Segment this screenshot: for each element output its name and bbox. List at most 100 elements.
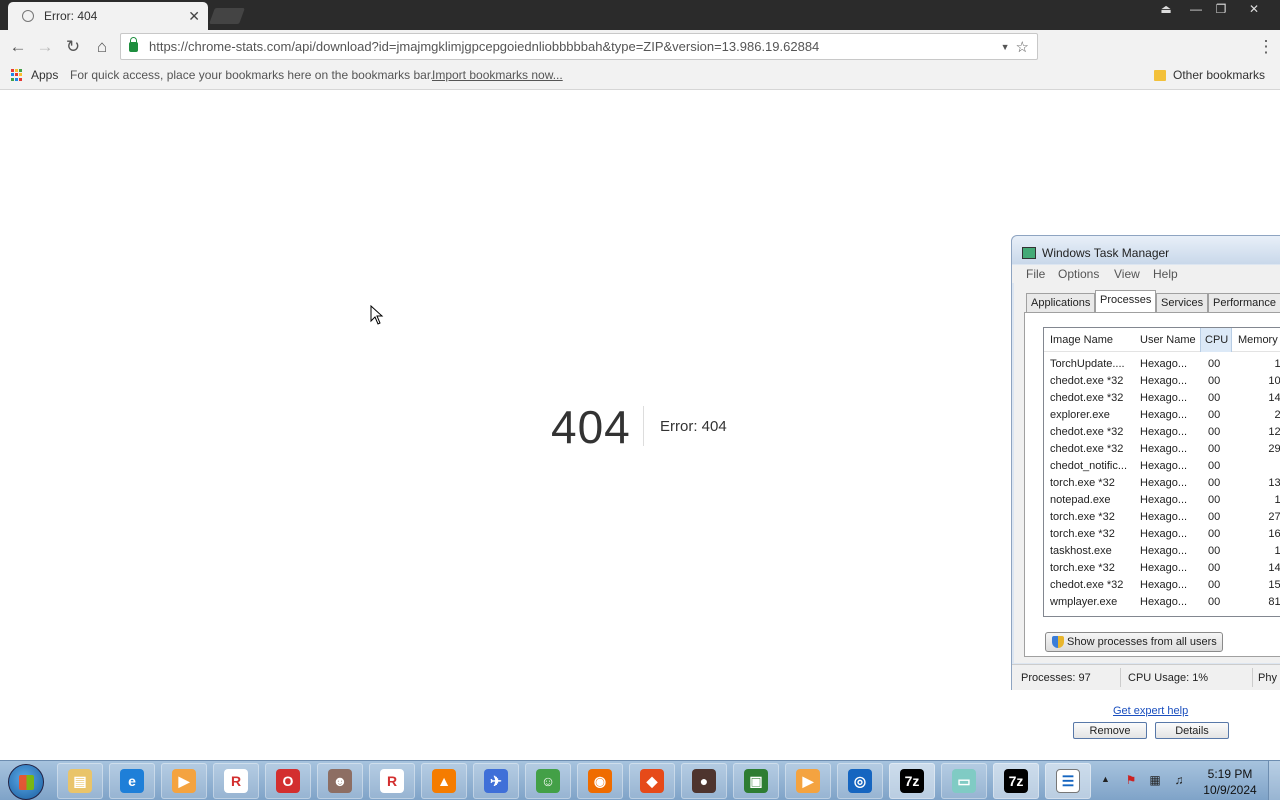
task-manager-statusbar: Processes: 97 CPU Usage: 1% Phy: [1012, 664, 1280, 690]
row-memory: 14,180: [1268, 562, 1280, 574]
home-button[interactable]: ⌂: [88, 33, 116, 61]
taskbar-item-plane-app[interactable]: ✈: [473, 763, 519, 799]
menu-view[interactable]: View: [1114, 267, 1140, 281]
start-button[interactable]: [8, 764, 44, 800]
restore-button[interactable]: ❐: [1208, 0, 1234, 18]
taskbar-item-opera[interactable]: O: [265, 763, 311, 799]
row-image-name: torch.exe *32: [1050, 477, 1115, 489]
task-manager-titlebar[interactable]: Windows Task Manager: [1012, 236, 1280, 264]
expert-help-link[interactable]: Get expert help: [1113, 705, 1188, 717]
tab-applications[interactable]: Applications: [1026, 293, 1096, 313]
row-user-name: Hexago...: [1140, 409, 1188, 421]
row-cpu: 00: [1208, 409, 1221, 421]
taskbar-item-wmp[interactable]: ▶: [785, 763, 831, 799]
taskbar-item-firefox[interactable]: ◉: [577, 763, 623, 799]
taskbar-item-torch[interactable]: ◆: [629, 763, 675, 799]
taskbar-item-messenger[interactable]: ☺: [525, 763, 571, 799]
browser-tabstrip: Error: 404 ✕ ⏏ — ❐ ✕: [0, 0, 1280, 30]
network-tray-icon[interactable]: ▦: [1148, 773, 1162, 787]
bookmark-star-icon[interactable]: ☆: [1016, 38, 1029, 56]
apps-link[interactable]: Apps: [31, 68, 58, 82]
minimize-button[interactable]: —: [1183, 0, 1209, 18]
table-row[interactable]: chedot.exe *32 Hexago... 00 29,472: [1044, 441, 1280, 458]
menu-help[interactable]: Help: [1153, 267, 1178, 281]
row-image-name: wmplayer.exe: [1050, 596, 1118, 608]
column-user-name[interactable]: User Name: [1140, 334, 1196, 346]
table-row[interactable]: torch.exe *32 Hexago... 00 14,180: [1044, 560, 1280, 577]
taskbar-item-folder[interactable]: ▤: [57, 763, 103, 799]
taskbar-item-ie[interactable]: e: [109, 763, 155, 799]
close-window-button[interactable]: ✕: [1241, 0, 1267, 18]
apps-grid-icon[interactable]: [11, 69, 23, 81]
table-row[interactable]: chedot.exe *32 Hexago... 00 10,616: [1044, 373, 1280, 390]
show-all-label: Show processes from all users: [1067, 636, 1217, 648]
taskbar-clock[interactable]: 5:19 PM 10/9/2024: [1198, 766, 1262, 798]
table-row[interactable]: chedot.exe *32 Hexago... 00 12,256: [1044, 424, 1280, 441]
table-row[interactable]: notepad.exe Hexago... 00 1,636: [1044, 492, 1280, 509]
menu-file[interactable]: File: [1026, 267, 1045, 281]
table-row[interactable]: chedot_notific...Hexago...00740: [1044, 458, 1280, 475]
taskbar-item-roblox-studio[interactable]: R: [369, 763, 415, 799]
remove-button[interactable]: Remove: [1073, 722, 1147, 739]
taskbar-item-task-manager[interactable]: ☰: [1045, 763, 1091, 799]
details-button[interactable]: Details: [1155, 722, 1229, 739]
task-manager-title: Windows Task Manager: [1042, 246, 1170, 260]
table-row[interactable]: torch.exe *32 Hexago... 00 16,932: [1044, 526, 1280, 543]
row-cpu: 00: [1208, 426, 1221, 438]
taskbar-item-media-player[interactable]: ▶: [161, 763, 207, 799]
tab-performance[interactable]: Performance: [1208, 293, 1280, 313]
row-cpu: 00: [1208, 596, 1221, 608]
table-row[interactable]: wmplayer.exe Hexago... 00 81,128: [1044, 594, 1280, 611]
row-user-name: Hexago...: [1140, 477, 1188, 489]
taskbar-item-terminal[interactable]: ▣: [733, 763, 779, 799]
column-memory[interactable]: Memory (: [1238, 334, 1280, 346]
taskbar-item-7zip[interactable]: 7z: [889, 763, 935, 799]
menu-options[interactable]: Options: [1058, 267, 1099, 281]
taskbar-item-roblox[interactable]: R: [213, 763, 259, 799]
address-bar[interactable]: https://chrome-stats.com/api/download?id…: [120, 33, 1038, 60]
action-center-icon[interactable]: ⚑: [1124, 773, 1138, 787]
row-user-name: Hexago...: [1140, 358, 1188, 370]
column-image-name[interactable]: Image Name: [1050, 334, 1113, 346]
table-row[interactable]: TorchUpdate.... Hexago... 00 1,748: [1044, 356, 1280, 373]
tab-processes[interactable]: Processes: [1095, 290, 1157, 313]
table-row[interactable]: torch.exe *32 Hexago... 00 13,792: [1044, 475, 1280, 492]
process-list[interactable]: Image Name User Name CPU Memory ( TorchU…: [1043, 327, 1280, 617]
menu-icon[interactable]: ⋮: [1252, 33, 1280, 61]
wmp-icon: ▶: [796, 769, 820, 793]
row-image-name: torch.exe *32: [1050, 511, 1115, 523]
reload-button[interactable]: ↻: [59, 33, 87, 61]
table-row[interactable]: torch.exe *32 Hexago... 00 27,752: [1044, 509, 1280, 526]
column-cpu[interactable]: CPU: [1205, 334, 1228, 346]
show-all-processes-button[interactable]: Show processes from all users: [1045, 632, 1223, 652]
taskbar-item-glass[interactable]: ▭: [941, 763, 987, 799]
tab-active[interactable]: Error: 404 ✕: [8, 2, 208, 30]
forward-button[interactable]: →: [31, 33, 59, 61]
show-desktop-button[interactable]: [1268, 761, 1280, 800]
taskbar-item-vlc[interactable]: ▲: [421, 763, 467, 799]
url-text[interactable]: https://chrome-stats.com/api/download?id…: [149, 39, 997, 54]
table-row[interactable]: taskhost.exe Hexago... 00 1,872: [1044, 543, 1280, 560]
table-row[interactable]: chedot.exe *32 Hexago... 00 15,592: [1044, 577, 1280, 594]
taskbar-item-7zip-active[interactable]: 7z: [993, 763, 1039, 799]
taskbar-item-chedot[interactable]: ●: [681, 763, 727, 799]
table-row[interactable]: explorer.exe Hexago... 00 2,736: [1044, 407, 1280, 424]
tab-services[interactable]: Services: [1156, 293, 1209, 313]
profile-icon[interactable]: ⏏: [1153, 0, 1179, 18]
back-button[interactable]: ←: [4, 33, 32, 61]
ie-icon: e: [120, 769, 144, 793]
taskbar-item-network[interactable]: ◎: [837, 763, 883, 799]
volume-icon[interactable]: ♫: [1172, 773, 1186, 787]
table-row[interactable]: chedot.exe *32 Hexago... 00 14,432: [1044, 390, 1280, 407]
tab-close-icon[interactable]: ✕: [188, 8, 200, 25]
import-bookmarks-link[interactable]: Import bookmarks now...: [432, 68, 563, 82]
taskbar-item-gimp[interactable]: ☻: [317, 763, 363, 799]
new-tab-button[interactable]: [209, 8, 245, 24]
row-image-name: taskhost.exe: [1050, 545, 1112, 557]
other-bookmarks-link[interactable]: Other bookmarks: [1173, 68, 1265, 82]
vlc-icon: ▲: [432, 769, 456, 793]
dropdown-icon[interactable]: ▼: [1001, 42, 1010, 52]
tray-expand-icon[interactable]: ▲: [1101, 774, 1110, 784]
row-memory: 1,748: [1274, 358, 1280, 370]
mouse-cursor-icon: [370, 305, 384, 325]
